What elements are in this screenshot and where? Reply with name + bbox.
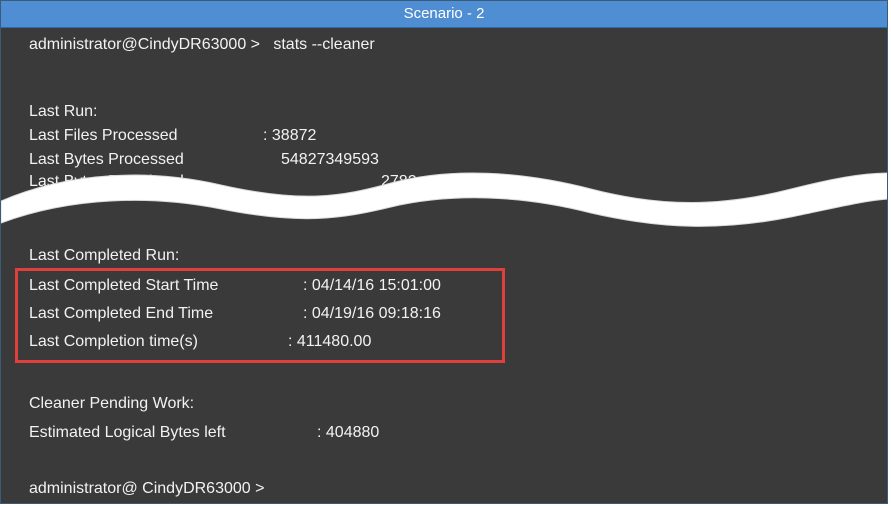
estimated-bytes-label: Estimated Logical Bytes left (29, 424, 226, 441)
last-files-processed-label: Last Files Processed (29, 127, 178, 144)
window-title: Scenario - 2 (1, 1, 887, 28)
estimated-bytes-value: : 404880 (317, 424, 380, 441)
last-completed-run-header: Last Completed Run: (29, 247, 180, 264)
terminal-window: Scenario - 2 administrator@CindyDR63000 … (0, 0, 888, 504)
command-line: administrator@CindyDR63000 > stats --cle… (29, 36, 375, 53)
pending-work-header: Cleaner Pending Work: (29, 395, 195, 412)
highlight-box (15, 268, 505, 363)
torn-edge-graphic (1, 172, 887, 227)
prompt-line: administrator@ CindyDR63000 > (29, 480, 265, 497)
last-files-processed-value: : 38872 (263, 127, 317, 144)
last-run-header: Last Run: (29, 103, 98, 120)
console-output[interactable]: administrator@CindyDR63000 > stats --cle… (1, 28, 887, 503)
